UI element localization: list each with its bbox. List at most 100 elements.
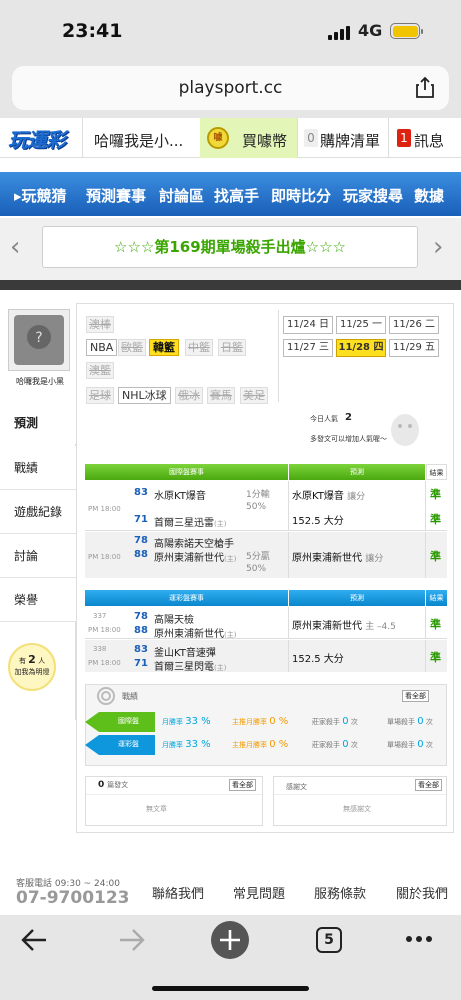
message-link[interactable]: 訊息 — [414, 130, 444, 151]
date-button[interactable]: 11/26 二 — [389, 316, 439, 334]
table-header: 結果 — [426, 464, 447, 480]
popularity-count: 2 — [345, 412, 352, 423]
sidebar-item-discussion[interactable]: 討論 — [0, 534, 76, 578]
result-mark: 準 — [430, 550, 441, 563]
table-header: 國際盤賽事 — [85, 464, 288, 480]
home-indicator[interactable] — [152, 986, 309, 991]
menu-tab-guess[interactable]: ▸玩競猜 — [14, 185, 67, 206]
stat-value: 0 — [342, 739, 349, 750]
score: 83 — [134, 487, 148, 498]
date-button-active[interactable]: 11/28 四 — [336, 339, 386, 357]
stat-label: 主推月勝率 — [232, 718, 267, 726]
team-name: 水原KT爆音 — [154, 491, 206, 502]
carousel-next-icon[interactable]: › — [433, 232, 443, 262]
share-icon[interactable] — [415, 76, 435, 98]
divider — [274, 794, 446, 795]
result-mark: 準 — [430, 488, 441, 501]
site-logo[interactable]: 玩運彩 — [8, 124, 66, 153]
game-time: PM 18:00 — [88, 553, 121, 561]
league-tag-nhl[interactable]: NHL冰球 — [118, 387, 171, 404]
sidebar-item-record[interactable]: 戰績 — [0, 446, 76, 490]
thanks-empty: 無感謝文 — [343, 805, 371, 813]
prediction-note: 主 –4.5 — [365, 622, 396, 632]
menu-tab-player-search[interactable]: 玩家搜尋 — [343, 185, 403, 206]
stat-label: 莊家殺手 — [312, 718, 340, 726]
promo-banner[interactable]: ☆☆☆第169期單場殺手出爐☆☆☆ — [42, 226, 418, 268]
footer-link-faq[interactable]: 常見問題 — [233, 883, 285, 902]
league-tag: 賽馬 — [207, 387, 235, 404]
sidebar-item-honor[interactable]: 榮譽 — [0, 578, 76, 622]
user-menu[interactable]: 哈囉我是小... — [94, 130, 183, 151]
back-arrow-icon[interactable] — [20, 928, 48, 952]
result-mark: 準 — [430, 618, 441, 631]
mascot-icon — [391, 414, 419, 446]
lightbulb-badge[interactable]: 有 2 人 加我為明燈 — [8, 643, 56, 691]
menu-tab-data[interactable]: 數據 — [414, 185, 444, 206]
game-time: PM 18:00 — [88, 626, 121, 634]
prediction: 152.5 大分 — [292, 516, 344, 527]
game-id: 338 — [93, 645, 107, 653]
league-tag-nba[interactable]: NBA — [86, 339, 118, 356]
score: 78 — [134, 535, 148, 546]
date-button[interactable]: 11/24 日 — [283, 316, 333, 334]
team-name: 原州東浦新世代(主) — [154, 549, 236, 564]
menu-tab-predict[interactable]: 預測賽事 — [86, 185, 146, 206]
thanks-view-all-button[interactable]: 看全部 — [415, 779, 442, 791]
home-tag: (主) — [214, 520, 227, 528]
home-tag: (主) — [214, 664, 227, 672]
record-title: 戰績 — [122, 692, 138, 701]
footer-link-contact[interactable]: 聯絡我們 — [152, 883, 204, 902]
footer-link-about[interactable]: 關於我們 — [396, 883, 448, 902]
line-percent: 50% — [246, 564, 267, 574]
network-type: 4G — [358, 21, 383, 40]
stat-main: 主推月勝率 0 % — [232, 739, 288, 750]
sidebar-item-game-log[interactable]: 遊戲紀錄 — [0, 490, 76, 534]
stat-value: 0 — [417, 716, 424, 727]
posts-label: 篇發文 — [107, 781, 129, 789]
coin-icon: 噱 — [207, 127, 229, 149]
url-text[interactable]: playsport.cc — [0, 78, 461, 98]
league-tag-korea-active[interactable]: 韓籃 — [149, 339, 179, 356]
date-button[interactable]: 11/29 五 — [389, 339, 439, 357]
cart-link[interactable]: 購牌清單 — [320, 130, 380, 151]
team-name-text: 原州東浦新世代 — [154, 553, 224, 564]
team-name: 高陽天檢 — [154, 615, 194, 626]
league-tag: 俄冰 — [175, 387, 203, 404]
new-tab-icon[interactable] — [210, 920, 250, 960]
menu-tab-experts[interactable]: 找高手 — [214, 185, 259, 206]
username: 哈囉我是小黑 — [16, 377, 64, 386]
divider — [297, 118, 298, 158]
date-button[interactable]: 11/27 三 — [283, 339, 333, 357]
battery-icon — [390, 23, 420, 39]
footer-link-terms[interactable]: 服務條款 — [314, 883, 366, 902]
prediction-text: 原州東浦新世代 — [292, 553, 362, 564]
service-phone[interactable]: 07-9700123 — [16, 888, 130, 908]
carousel-prev-icon[interactable]: ‹ — [10, 232, 20, 262]
stat-month: 月勝率 33 % — [162, 716, 211, 727]
tabs-button[interactable]: 5 — [316, 927, 342, 953]
buy-coin-label[interactable]: 買噱幣 — [242, 130, 287, 151]
date-button[interactable]: 11/25 一 — [336, 316, 386, 334]
menu-tab-forum[interactable]: 討論區 — [159, 185, 204, 206]
forward-arrow-icon[interactable] — [118, 928, 146, 952]
table-header: 預測 — [289, 590, 425, 606]
record-view-all-button[interactable]: 看全部 — [402, 690, 429, 702]
score: 88 — [134, 549, 148, 560]
posts-empty: 無文章 — [146, 805, 167, 813]
menu-tab-livescore[interactable]: 即時比分 — [271, 185, 331, 206]
divider — [288, 532, 289, 578]
prediction-text: 原州東浦新世代 — [292, 621, 362, 632]
line-percent: 50% — [246, 502, 267, 512]
score: 88 — [134, 625, 148, 636]
signal-icon — [328, 24, 352, 40]
league-tag: 美足 — [240, 387, 268, 404]
divider — [86, 794, 262, 795]
game-time: PM 18:00 — [88, 505, 121, 513]
prediction-text: 水原KT爆音 — [292, 491, 344, 502]
team-name-text: 原州東浦新世代 — [154, 629, 224, 640]
stat-unit: 次 — [350, 718, 358, 726]
posts-view-all-button[interactable]: 看全部 — [229, 779, 256, 791]
stat-value: 0 — [417, 739, 424, 750]
sidebar-item-predict[interactable]: 預測 — [0, 402, 76, 444]
more-icon[interactable] — [405, 934, 433, 944]
